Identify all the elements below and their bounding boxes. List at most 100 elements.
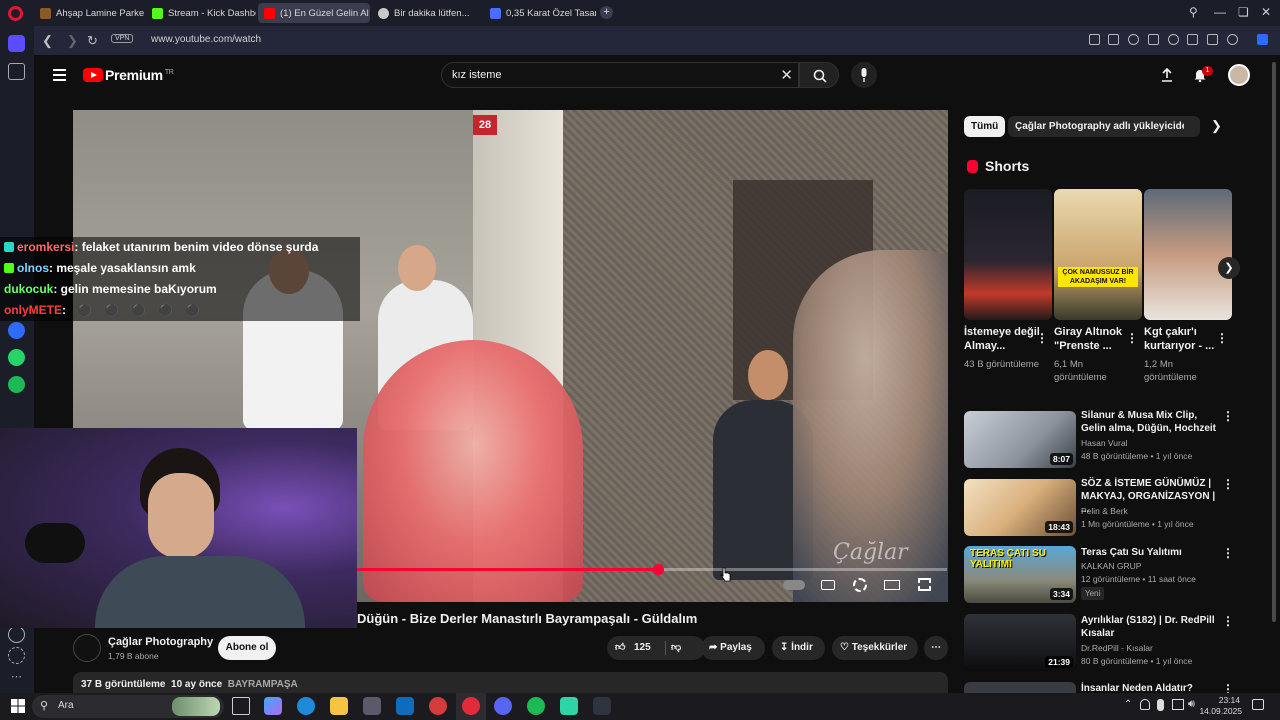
notification-center-icon[interactable] <box>1252 699 1264 710</box>
channel-avatar[interactable] <box>73 634 101 662</box>
messenger-icon[interactable] <box>8 322 25 339</box>
autoplay-toggle[interactable] <box>783 580 805 590</box>
short-menu-icon[interactable]: ⋮ <box>1036 331 1048 345</box>
search-input[interactable]: kız isteme ✕ <box>441 62 799 88</box>
maximize-icon[interactable]: ❏ <box>1238 5 1249 19</box>
short-menu-icon[interactable]: ⋮ <box>1216 331 1228 345</box>
youtube-logo-icon[interactable] <box>83 68 103 82</box>
theater-mode-icon[interactable] <box>884 580 900 590</box>
download-icon[interactable] <box>1187 34 1198 45</box>
volume-icon[interactable]: 🔊︎ <box>1188 698 1195 711</box>
tab-bir-dakika[interactable]: Bir dakika lütfen... <box>372 3 482 23</box>
tab-karat[interactable]: 0,35 Karat Özel Tasarım B <box>484 3 596 23</box>
recommendation-thumbnail[interactable]: TERAS ÇATI SU YALITIMI 3:34 <box>964 546 1076 603</box>
url-field[interactable]: www.youtube.com/watch <box>151 34 261 45</box>
tab-kick-dashboard[interactable]: Stream - Kick Dashboard <box>146 3 256 23</box>
outlook-icon[interactable] <box>396 697 414 715</box>
task-view-icon[interactable] <box>232 697 250 715</box>
clear-search-icon[interactable]: ✕ <box>780 66 793 84</box>
recommendation-channel[interactable]: Hasan Vural <box>1081 438 1127 448</box>
tray-chevron-icon[interactable]: ⌃ <box>1124 699 1132 710</box>
recommendation-channel[interactable]: Pelin & Berk <box>1081 506 1128 516</box>
close-icon[interactable]: ✕ <box>1261 5 1271 19</box>
heart-icon[interactable] <box>1168 34 1179 45</box>
shield-icon[interactable] <box>1128 34 1139 45</box>
reload-icon[interactable]: ↻ <box>87 33 98 49</box>
back-icon[interactable]: ❮ <box>42 33 53 49</box>
forward-icon[interactable]: ❯ <box>67 33 78 49</box>
clock-time[interactable]: 23:14 <box>1206 695 1240 705</box>
short-title[interactable]: Kgt çakır'ı kurtarıyor - ... <box>1144 325 1224 353</box>
recommendation-thumbnail[interactable]: 8:07 <box>964 411 1076 468</box>
edge-icon[interactable] <box>297 697 315 715</box>
recommendation-thumbnail[interactable]: 18:43 <box>964 479 1076 536</box>
short-thumbnail[interactable] <box>1144 189 1232 320</box>
copilot-icon[interactable] <box>264 697 282 715</box>
camera-icon[interactable] <box>1108 34 1119 45</box>
file-explorer-icon[interactable] <box>330 697 348 715</box>
recommendation-channel[interactable]: KALKAN GRUP <box>1081 561 1141 571</box>
terminal-icon[interactable] <box>593 697 611 715</box>
minimize-icon[interactable]: — <box>1214 5 1226 19</box>
discord-icon[interactable] <box>494 697 512 715</box>
mic-tray-icon[interactable] <box>1157 699 1164 711</box>
whatsapp-icon[interactable] <box>8 349 25 366</box>
upload-icon[interactable] <box>1160 68 1174 82</box>
location-tag[interactable]: BAYRAMPAŞA <box>228 679 298 690</box>
search-button[interactable] <box>799 62 839 88</box>
network-icon[interactable] <box>1140 699 1150 710</box>
user-avatar[interactable] <box>1228 64 1250 86</box>
short-thumbnail[interactable] <box>964 189 1052 320</box>
recommendation-menu-icon[interactable]: ⋮ <box>1222 409 1234 423</box>
thanks-button[interactable]: ♡ Teşekkürler <box>832 636 918 660</box>
vpn-badge[interactable]: VPN <box>111 34 134 43</box>
channel-name[interactable]: Çağlar Photography <box>108 636 213 648</box>
recommendation-channel[interactable]: Dr.RedPill - Kısalar <box>1081 643 1153 653</box>
more-icon[interactable]: ⋯ <box>8 670 25 687</box>
recommendation-title[interactable]: Silanur & Musa Mix Clip, Gelin alma, Düğ… <box>1081 409 1216 435</box>
short-thumbnail[interactable]: ÇOK NAMUSSUZ BİR AKADAŞIM VAR! <box>1054 189 1142 320</box>
chip-partial[interactable] <box>1184 116 1198 137</box>
tab-parke[interactable]: Ahşap Lamine Parke Dese <box>34 3 144 23</box>
settings-gear-icon[interactable] <box>853 578 867 592</box>
recommendation-title[interactable]: Teras Çatı Su Yalıtımı <box>1081 546 1216 559</box>
short-title[interactable]: Giray Altınok "Prenste ... <box>1054 325 1134 353</box>
vpn-app-icon[interactable] <box>560 697 578 715</box>
recommendation-title[interactable]: Ayrılıklar (S182) | Dr. RedPill Kısalar <box>1081 614 1216 640</box>
opera-logo-icon[interactable] <box>8 6 23 21</box>
player-icon[interactable] <box>1148 34 1159 45</box>
shorts-next-icon[interactable]: ❯ <box>1218 257 1240 279</box>
menu-icon[interactable] <box>1207 34 1218 45</box>
share-button[interactable]: ➦ Paylaş <box>701 636 765 660</box>
subtitles-icon[interactable] <box>821 580 835 590</box>
tab-youtube-active[interactable]: (1) En Güzel Gelin Al <box>258 3 370 23</box>
hamburger-menu-icon[interactable] <box>53 69 66 81</box>
extension-icon[interactable] <box>1257 34 1268 45</box>
profile-icon[interactable] <box>1227 34 1238 45</box>
page-scrollbar[interactable] <box>1272 62 1276 622</box>
chips-next-icon[interactable]: ❯ <box>1211 118 1222 134</box>
recommendation-menu-icon[interactable]: ⋮ <box>1222 546 1234 560</box>
recommendation-menu-icon[interactable]: ⋮ <box>1222 477 1234 491</box>
short-menu-icon[interactable]: ⋮ <box>1126 331 1138 345</box>
youtube-premium-logo[interactable]: Premium TR <box>105 67 174 83</box>
spotify-icon[interactable] <box>8 376 25 393</box>
short-title[interactable]: İstemeye değil Almay... <box>964 325 1044 353</box>
clock-date[interactable]: 14.09.2025 <box>1198 706 1242 716</box>
home-icon[interactable] <box>8 35 25 52</box>
search-tabs-icon[interactable]: ⚲ <box>1189 5 1198 19</box>
thumbs-down-icon[interactable]: 👎︎ <box>671 636 681 660</box>
more-actions-icon[interactable]: ⋯ <box>924 636 948 660</box>
star-icon[interactable] <box>8 63 25 80</box>
progress-scrubber-handle[interactable] <box>653 564 664 575</box>
voice-search-button[interactable] <box>851 62 877 88</box>
windows-start-icon[interactable] <box>9 697 27 715</box>
display-icon[interactable] <box>1172 699 1184 710</box>
chip-uploader[interactable]: Çağlar Photography adlı yükleyiciden <box>1008 116 1201 137</box>
like-count[interactable]: 125 <box>634 636 651 660</box>
recommendation-thumbnail[interactable] <box>964 682 1076 693</box>
taskbar-search-box[interactable]: ⚲ Ara <box>32 695 224 718</box>
clock-icon[interactable] <box>8 626 25 643</box>
chip-all[interactable]: Tümü <box>964 116 1006 137</box>
spotify-icon[interactable] <box>527 697 545 715</box>
